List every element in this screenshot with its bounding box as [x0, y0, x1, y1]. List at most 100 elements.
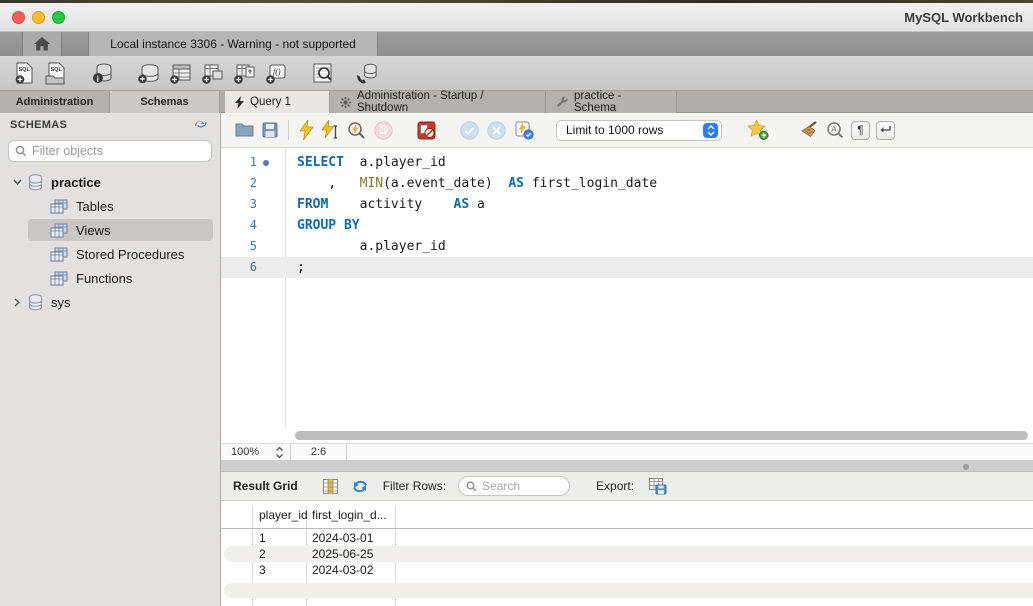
open-sql-script-icon[interactable]: SQL [44, 61, 68, 85]
minimize-button[interactable] [32, 11, 45, 24]
tree-item-tables[interactable]: Tables [0, 194, 220, 218]
code-text: ; [297, 260, 305, 275]
code-line[interactable]: 5 a.player_id [221, 236, 1033, 257]
explain-plan-icon[interactable] [347, 118, 366, 142]
editor-hscrollbar-track [221, 428, 1033, 443]
limit-rows-dropdown[interactable]: Limit to 1000 rows [556, 119, 722, 141]
functions-icon [50, 271, 68, 286]
connection-tab[interactable]: Local instance 3306 - Warning - not supp… [88, 32, 378, 56]
save-icon[interactable] [262, 118, 278, 142]
titlebar: MySQL Workbench [0, 3, 1033, 32]
create-procedure-icon[interactable] [232, 61, 256, 85]
create-function-icon[interactable]: f() [264, 61, 288, 85]
create-schema-icon[interactable] [136, 61, 160, 85]
refresh-results-icon[interactable] [352, 479, 368, 494]
schema-tree: practice Tables Views Stored Procedures … [0, 170, 220, 314]
cell-first-login-date[interactable]: 2025-06-25 [306, 546, 395, 562]
filter-rows-label: Filter Rows: [382, 479, 447, 493]
home-icon [34, 37, 50, 51]
execute-icon[interactable] [299, 118, 314, 142]
code-line[interactable]: 1 SELECT a.player_id [221, 152, 1033, 173]
window-title: MySQL Workbench [904, 10, 1023, 25]
grid-view-icon[interactable] [322, 478, 338, 494]
close-button[interactable] [12, 11, 25, 24]
tab-query-1[interactable]: Query 1 [225, 91, 330, 113]
refresh-schemas-icon[interactable] [193, 118, 208, 130]
cell-player-id[interactable]: 2 [252, 546, 306, 562]
editor-zoom-control[interactable]: 100% [221, 444, 291, 460]
save-snippet-icon[interactable] [748, 118, 769, 142]
code-line-current[interactable]: 6 ; [221, 257, 1033, 278]
commit-icon[interactable] [460, 118, 479, 142]
svg-text:SQL: SQL [18, 67, 30, 73]
result-grid-title: Result Grid [233, 479, 298, 493]
execute-current-statement-icon[interactable] [322, 118, 339, 142]
pane-splitter[interactable] [221, 461, 1033, 472]
zoom-button[interactable] [52, 11, 65, 24]
tree-item-functions-label: Functions [76, 270, 133, 286]
cursor-position-value: 2:6 [310, 446, 327, 458]
stop-on-error-icon[interactable] [417, 118, 436, 142]
column-header-first-login-date[interactable]: first_login_d... [312, 508, 387, 522]
tree-item-views[interactable]: Views [0, 218, 220, 242]
result-search-input[interactable] [482, 479, 563, 493]
connection-tabbar: Local instance 3306 - Warning - not supp… [0, 32, 1033, 56]
toggle-wrap-button[interactable] [876, 120, 895, 140]
new-sql-tab-icon[interactable]: SQL [12, 61, 36, 85]
find-icon[interactable]: A [826, 118, 844, 142]
code-line[interactable]: 3 FROM activity AS a [221, 194, 1033, 215]
create-view-icon[interactable] [200, 61, 224, 85]
beautify-icon[interactable] [797, 118, 818, 142]
sql-code-editor[interactable]: 1 SELECT a.player_id 2 , MIN(a.event_dat… [221, 148, 1033, 428]
editor-hscrollbar-thumb[interactable] [295, 431, 1028, 440]
tab-practice-schema[interactable]: practice - Schema [546, 90, 677, 114]
create-table-icon[interactable] [168, 61, 192, 85]
filter-objects-input[interactable] [32, 144, 205, 158]
zoom-stepper-icon[interactable] [275, 446, 284, 459]
table-row[interactable]: 3 2024-03-02 [221, 562, 1033, 578]
cell-first-login-date[interactable]: 2024-03-02 [306, 562, 395, 578]
filter-objects-field[interactable] [8, 140, 212, 162]
toggle-autocommit-icon[interactable] [514, 118, 534, 142]
result-search-field[interactable] [458, 476, 571, 496]
rollback-icon[interactable] [487, 118, 506, 142]
code-line[interactable]: 2 , MIN(a.event_date) AS first_login_dat… [221, 173, 1033, 194]
cell-player-id[interactable]: 3 [252, 562, 306, 578]
line-number: 3 [249, 197, 257, 211]
tree-item-tables-label: Tables [76, 198, 114, 214]
sidebar-tab-administration[interactable]: Administration [0, 91, 110, 113]
code-text: SELECT a.player_id [297, 155, 446, 170]
home-tab[interactable] [22, 32, 62, 56]
column-header-player-id[interactable]: player_id [259, 508, 308, 522]
editor-panel: Limit to 1000 rows A ¶ 1 SELECT a.player… [221, 113, 1033, 606]
table-row[interactable]: 1 2024-03-01 [221, 530, 1033, 546]
gear-icon [340, 96, 351, 108]
schema-inspector-icon[interactable]: i [90, 61, 114, 85]
chevron-down-icon[interactable] [10, 179, 24, 185]
show-invisibles-button[interactable]: ¶ [851, 120, 870, 140]
tree-item-practice[interactable]: practice [0, 170, 220, 194]
chevron-right-icon[interactable] [10, 297, 24, 307]
tables-icon [50, 199, 68, 214]
stop-execution-icon[interactable] [374, 118, 393, 142]
code-text: FROM activity AS a [297, 197, 485, 212]
sql-editor-toolbar: Limit to 1000 rows A ¶ [221, 113, 1033, 148]
reconnect-dbms-icon[interactable] [356, 61, 380, 85]
views-icon [50, 223, 68, 238]
svg-text:f(): f() [273, 67, 281, 76]
tree-item-sys[interactable]: sys [0, 290, 220, 314]
search-table-data-icon[interactable] [310, 61, 334, 85]
export-results-icon[interactable] [649, 477, 667, 495]
code-line[interactable]: 4 GROUP BY [221, 215, 1033, 236]
wrench-icon [556, 96, 568, 108]
sidebar-tab-schemas[interactable]: Schemas [110, 91, 220, 113]
tree-item-functions[interactable]: Functions [0, 266, 220, 290]
tab-administration-startup-shutdown[interactable]: Administration - Startup / Shutdown [330, 90, 546, 114]
tree-item-stored-procedures[interactable]: Stored Procedures [0, 242, 220, 266]
cell-first-login-date[interactable]: 2024-03-01 [306, 530, 395, 546]
open-file-icon[interactable] [235, 118, 254, 142]
connection-tab-label: Local instance 3306 - Warning - not supp… [110, 37, 356, 51]
svg-text:SQL: SQL [51, 67, 63, 73]
table-row[interactable]: 2 2025-06-25 [221, 546, 1033, 562]
cell-player-id[interactable]: 1 [252, 530, 306, 546]
